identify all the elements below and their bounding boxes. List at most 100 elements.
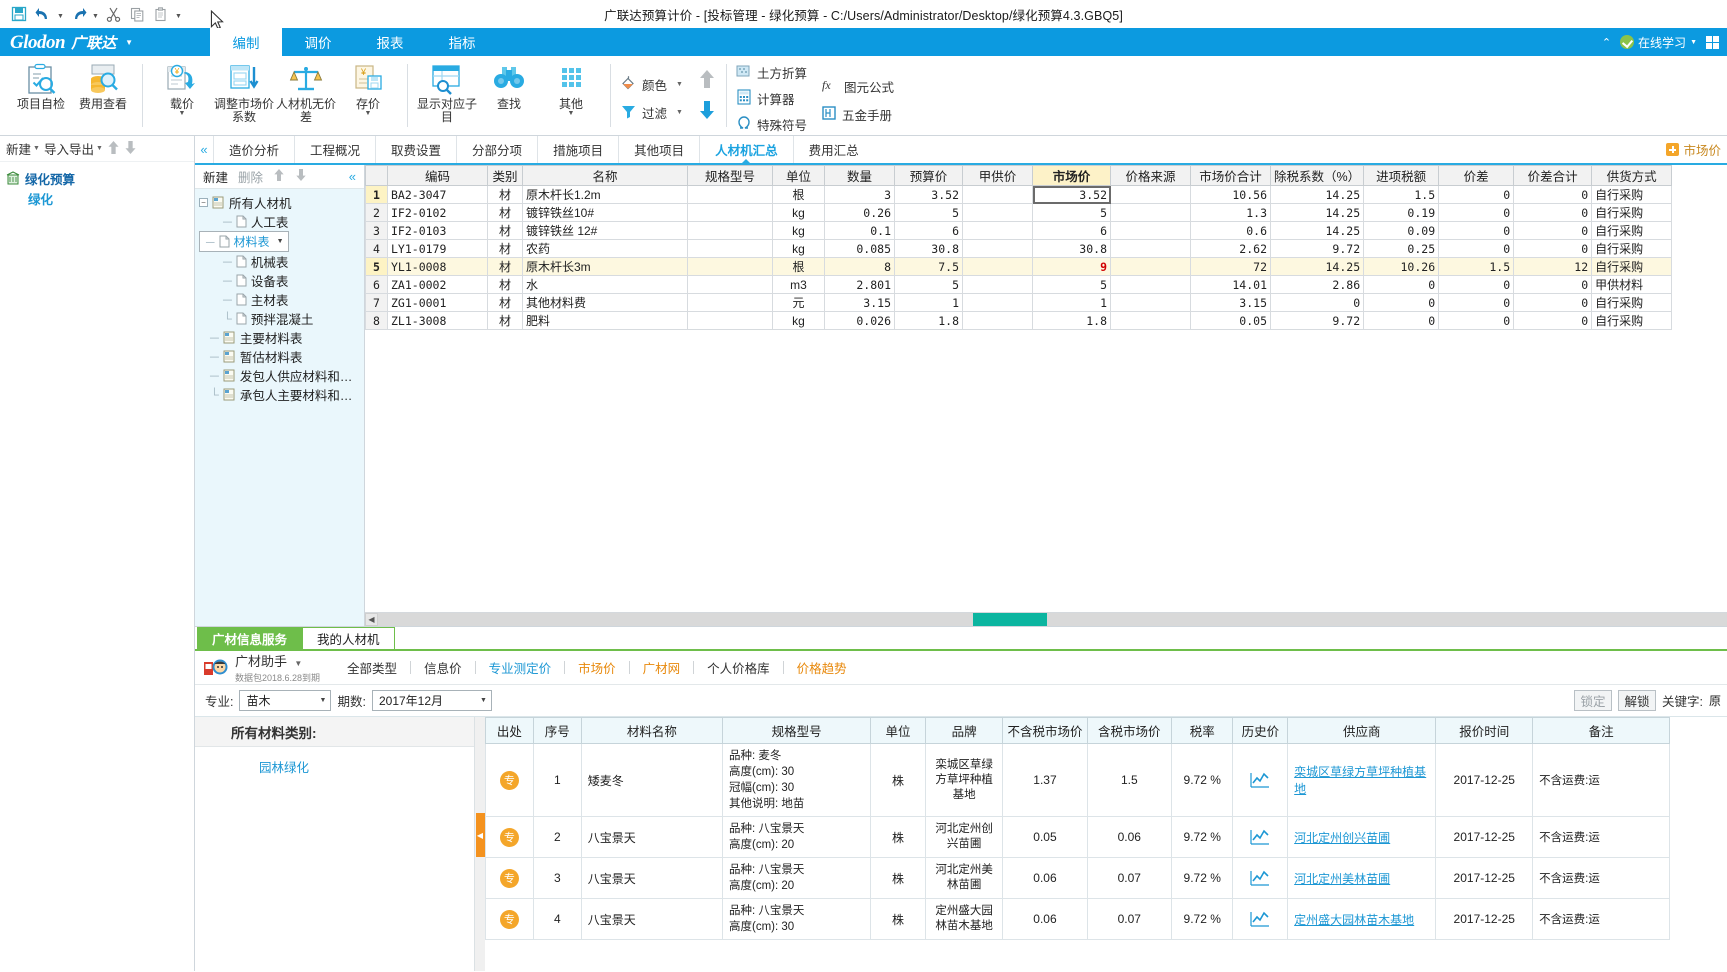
mat-new-button[interactable]: 新建 <box>203 167 228 186</box>
project-tree-child-lvhua[interactable]: 绿化 <box>6 188 194 208</box>
earthwork-conversion-button[interactable]: 土方折算 <box>733 62 810 84</box>
grid-cell[interactable] <box>687 221 773 240</box>
grid-cell[interactable]: 10.26 <box>1363 257 1440 276</box>
grid-cell[interactable]: BA2-3047 <box>387 185 488 204</box>
market-header-5[interactable]: 品牌 <box>924 717 1004 744</box>
grid-cell[interactable]: 自行采购 <box>1591 203 1673 222</box>
grid-cell[interactable]: ZA1-0002 <box>387 275 488 294</box>
mat-delete-button[interactable]: 删除 <box>238 167 263 186</box>
grid-cell[interactable]: 1.5 <box>1363 185 1440 204</box>
grid-cell[interactable]: 14.25 <box>1269 257 1365 276</box>
grid-cell[interactable]: 6 <box>894 221 963 240</box>
tab-division-items[interactable]: 分部分项 <box>456 136 538 163</box>
project-move-down-icon[interactable] <box>124 140 137 158</box>
grid-cell[interactable]: 农药 <box>522 239 688 258</box>
grid-cell[interactable]: 0.26 <box>824 203 895 222</box>
bottom-tab-my-labor-material[interactable]: 我的人材机 <box>302 627 395 649</box>
grid-cell[interactable]: 自行采购 <box>1591 221 1673 240</box>
grid-cell[interactable]: 72 <box>1190 257 1271 276</box>
market-header-8[interactable]: 税率 <box>1170 717 1234 744</box>
grid-cell[interactable]: 6 <box>1032 221 1111 240</box>
market-price-shortcut[interactable]: 市场价 <box>1666 136 1727 163</box>
mat-tree-collapse-icon[interactable]: « <box>349 169 356 184</box>
grid-header-9[interactable]: 价格来源 <box>1110 165 1191 186</box>
grid-cell[interactable]: 0 <box>1513 221 1593 240</box>
grid-cell[interactable]: ZL1-3008 <box>387 311 488 330</box>
grid-cell[interactable]: 肥料 <box>522 311 688 330</box>
grid-cell[interactable]: 原木杆长3m <box>522 257 688 276</box>
online-learning-button[interactable]: 在线学习 ▼ <box>1620 34 1697 51</box>
market-header-9[interactable]: 历史价 <box>1232 717 1289 744</box>
tree-node-machine-table[interactable]: ─ 机械表 <box>199 252 364 271</box>
grid-header-0[interactable]: 编码 <box>387 165 488 186</box>
mat-move-down-icon[interactable] <box>295 168 307 185</box>
grid-cell[interactable] <box>687 203 773 222</box>
grid-cell[interactable]: 材 <box>487 203 523 222</box>
table-row[interactable]: 2 IF2-0102 材镀锌铁丝10# kg 0.26 5 5 1.3 14.25 0.19 0 0 自… <box>365 203 1673 222</box>
grid-cell[interactable]: 10.56 <box>1190 185 1271 204</box>
link-market-price[interactable]: 市场价 <box>565 658 629 677</box>
filter-dropdown-icon[interactable]: ▼ <box>676 109 683 116</box>
grid-cell[interactable]: ZG1-0001 <box>387 293 488 312</box>
grid-cell[interactable]: kg <box>772 221 825 240</box>
supplier-link[interactable]: 定州盛大园林苗木基地 <box>1294 913 1414 927</box>
element-formula-button[interactable]: fx 图元公式 <box>818 75 897 99</box>
expander-minus-icon[interactable]: − <box>199 198 208 207</box>
grid-cell[interactable]: 0.1 <box>824 221 895 240</box>
supplier-link[interactable]: 河北定州创兴苗圃 <box>1294 831 1390 845</box>
grid-cell[interactable] <box>1110 203 1191 222</box>
grid-cell[interactable] <box>1110 257 1191 276</box>
brand-dropdown-icon[interactable]: ▼ <box>125 38 133 47</box>
save-price-dropdown-icon[interactable]: ▼ <box>365 110 372 117</box>
grid-cell[interactable]: 0 <box>1363 293 1440 312</box>
tab-other-items[interactable]: 其他项目 <box>618 136 700 163</box>
color-button[interactable]: 颜色 ▼ <box>617 73 686 97</box>
grid-cell[interactable]: 材 <box>487 293 523 312</box>
grid-cell[interactable]: 2.801 <box>824 275 895 294</box>
grid-cell[interactable]: 0 <box>1513 293 1593 312</box>
grid-cell[interactable]: 3.15 <box>1190 293 1271 312</box>
grid-cell[interactable]: 9 <box>1032 257 1111 276</box>
grid-cell[interactable]: 0 <box>1513 311 1593 330</box>
market-header-1[interactable]: 序号 <box>532 717 582 744</box>
project-new-dropdown-icon[interactable]: ▼ <box>33 145 40 152</box>
hardware-handbook-button[interactable]: 五金手册 <box>818 103 897 127</box>
grid-cell[interactable]: 0 <box>1438 185 1515 204</box>
grid-cell[interactable]: 自行采购 <box>1591 257 1673 276</box>
tree-node-estimated-material-table[interactable]: ─ 暂估材料表 <box>199 347 364 366</box>
table-row[interactable]: 8 ZL1-3008 材肥料 kg 0.026 1.8 1.8 0.05 9.72 0 0 0 自行采购 <box>365 311 1673 330</box>
list-item[interactable]: 专 3 八宝景天 品种: 八宝景天 高度(cm): 20 株河北定州美林苗圃 0.06 0.0… <box>485 857 1670 899</box>
arrow-up-icon[interactable] <box>698 69 716 92</box>
market-header-3[interactable]: 规格型号 <box>722 717 872 744</box>
grid-cell[interactable]: kg <box>772 311 825 330</box>
grid-cell[interactable]: 0 <box>1438 293 1515 312</box>
save-price-button[interactable]: ¥ 存价 ▼ <box>337 56 399 135</box>
load-price-button[interactable]: ¥ 载价 ▼ <box>151 56 213 135</box>
table-row[interactable]: 1 BA2-3047 材原木杆长1.2m 根 3 3.52 3.52 10.56 14.25 1.… <box>365 185 1673 204</box>
category-item-landscaping[interactable]: 园林绿化 <box>195 747 474 776</box>
project-new-button[interactable]: 新建 ▼ <box>6 139 40 158</box>
supplier-link[interactable]: 河北定州美林苗圃 <box>1294 872 1390 886</box>
grid-cell[interactable]: 9.72 <box>1269 311 1365 330</box>
unlock-button[interactable]: 解锁 <box>1618 690 1656 711</box>
grid-cell[interactable]: 0 <box>1438 311 1515 330</box>
link-info-price[interactable]: 信息价 <box>411 658 475 677</box>
tree-node-employer-supplied-material[interactable]: ─ 发包人供应材料和… <box>199 366 364 385</box>
grid-cell[interactable]: 12 <box>1513 257 1593 276</box>
grid-header-7[interactable]: 甲供价 <box>962 165 1033 186</box>
grid-cell[interactable]: 自行采购 <box>1591 185 1673 204</box>
grid-cell[interactable]: 9.72 <box>1269 239 1365 258</box>
grid-cell[interactable] <box>962 221 1033 240</box>
grid-cell[interactable]: 0 <box>1269 293 1365 312</box>
grid-cell[interactable]: 14.25 <box>1269 221 1365 240</box>
market-header-11[interactable]: 报价时间 <box>1435 717 1534 744</box>
grid-cell[interactable] <box>687 185 773 204</box>
grid-header-14[interactable]: 价差合计 <box>1513 165 1593 186</box>
grid-header-2[interactable]: 名称 <box>522 165 688 186</box>
tree-node-ready-mix-concrete[interactable]: └ 预拌混凝土 <box>199 309 364 328</box>
grid-cell[interactable] <box>962 257 1033 276</box>
grid-cell[interactable]: 镀锌铁丝 12# <box>522 221 688 240</box>
grid-cell[interactable]: 0 <box>1513 275 1593 294</box>
grid-header-1[interactable]: 类别 <box>487 165 523 186</box>
grid-cell[interactable]: 0 <box>1513 239 1593 258</box>
